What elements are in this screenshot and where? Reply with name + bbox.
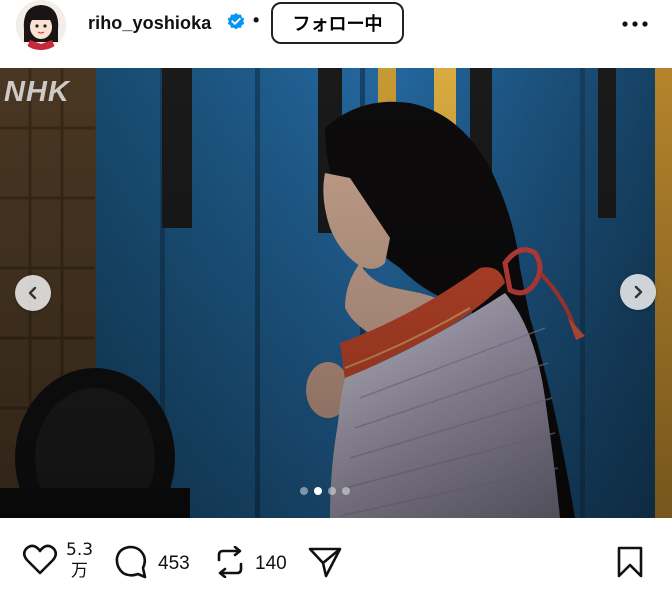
- post-actions: 5.3 万 453 140: [0, 518, 672, 592]
- comment-count[interactable]: 453: [158, 553, 190, 575]
- carousel-dot: [314, 487, 322, 495]
- carousel-dot: [300, 487, 308, 495]
- verified-badge-icon: [226, 12, 246, 32]
- repost-icon[interactable]: [214, 546, 246, 578]
- carousel-indicator: [300, 487, 350, 495]
- chevron-left-icon: [28, 286, 37, 300]
- more-options-icon[interactable]: [618, 12, 652, 36]
- carousel-dot: [342, 487, 350, 495]
- chevron-right-icon: [634, 285, 643, 299]
- avatar[interactable]: [16, 0, 66, 50]
- repost-count[interactable]: 140: [255, 553, 287, 575]
- post-photo-scene: [0, 68, 672, 518]
- carousel-prev-button[interactable]: [15, 275, 51, 311]
- separator-dot: •: [253, 10, 260, 30]
- comment-icon[interactable]: [114, 545, 148, 579]
- like-count-unit: 万: [71, 561, 89, 581]
- bookmark-icon[interactable]: [616, 546, 644, 578]
- carousel-next-button[interactable]: [620, 274, 656, 310]
- post-header: riho_yoshioka • フォロー中: [0, 0, 672, 66]
- share-icon[interactable]: [308, 546, 342, 578]
- following-button[interactable]: フォロー中: [271, 2, 404, 44]
- username[interactable]: riho_yoshioka: [88, 13, 211, 34]
- nhk-watermark: NHK: [4, 76, 70, 108]
- post-image[interactable]: NHK: [0, 68, 672, 518]
- like-count-number: 5.3: [66, 540, 94, 560]
- carousel-dot: [328, 487, 336, 495]
- heart-icon[interactable]: [22, 544, 58, 576]
- like-count[interactable]: 5.3 万: [66, 540, 93, 582]
